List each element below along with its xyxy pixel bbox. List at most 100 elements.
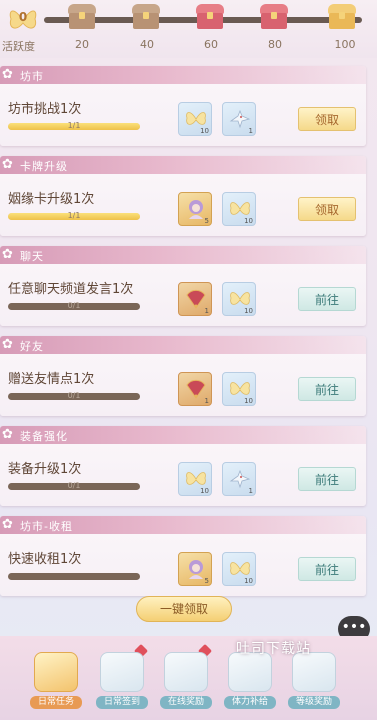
go-button[interactable]: 前往: [298, 287, 356, 311]
task-progress-bar: 1/1: [8, 211, 140, 220]
flower-icon: ✿: [2, 427, 13, 442]
tab-label: 体力补给: [224, 696, 276, 709]
activity-bar: 0 活跃度 20 40 60 80 100: [0, 0, 377, 58]
task-category-header: ✿ 卡牌升级: [0, 156, 366, 174]
task-category-header: ✿ 好友: [0, 336, 366, 354]
task-category-header: ✿ 坊市: [0, 66, 366, 84]
task-card: ✿ 好友 赠送友情点1次 0/1 1 10 前往: [0, 336, 366, 416]
reward-count: 5: [204, 217, 209, 225]
watermark: 吐司下载站: [236, 641, 311, 657]
tab-label: 日常签到: [96, 696, 148, 709]
task-progress-bar: 1/1: [8, 121, 140, 130]
activity-label: 活跃度: [2, 40, 35, 53]
task-category: 好友: [20, 340, 44, 353]
activity-value: 0: [18, 10, 28, 24]
task-title: 装备升级1次: [8, 462, 82, 477]
task-card: ✿ 装备强化 装备升级1次 0/1 10 1 前往: [0, 426, 366, 506]
flower-icon: ✿: [2, 517, 13, 532]
progress-text: 1/1: [67, 121, 81, 130]
clock-icon: [164, 652, 208, 692]
progress-text: 0/1: [67, 481, 81, 490]
tab-online-reward[interactable]: 在线奖励: [160, 643, 213, 710]
reward-slot[interactable]: 1: [178, 372, 212, 406]
reward-count: 10: [200, 127, 209, 135]
claim-button[interactable]: 领取: [298, 107, 356, 131]
go-button[interactable]: 前往: [298, 377, 356, 401]
tab-label: 日常任务: [30, 696, 82, 709]
reward-slot[interactable]: 10: [222, 372, 256, 406]
reward-count: 1: [204, 307, 209, 315]
gift-icon: [228, 652, 272, 692]
reward-slot[interactable]: 1: [222, 102, 256, 136]
reward-count: 1: [248, 127, 253, 135]
task-category-header: ✿ 装备强化: [0, 426, 366, 444]
task-title: 赠送友情点1次: [8, 372, 95, 387]
chest-20-icon[interactable]: [68, 4, 96, 30]
task-title: 快速收租1次: [8, 552, 82, 567]
tab-stamina-supply[interactable]: 体力补给: [224, 650, 276, 710]
reward-slot[interactable]: 10: [178, 102, 212, 136]
one-click-claim-button[interactable]: 一键领取: [136, 596, 232, 622]
task-category: 坊市-收租: [20, 520, 73, 533]
reward-count: 10: [244, 217, 253, 225]
reward-slot[interactable]: 10: [178, 462, 212, 496]
tab-label: 在线奖励: [160, 696, 212, 709]
chest-100-icon[interactable]: [328, 4, 356, 30]
milestone-label: 40: [140, 38, 154, 51]
task-progress-bar: 0/1: [8, 301, 140, 310]
map-icon: [100, 652, 144, 692]
task-category-header: ✿ 聊天: [0, 246, 366, 264]
chest-40-icon[interactable]: [132, 4, 160, 30]
milestone-label: 100: [334, 38, 356, 51]
chest-60-icon[interactable]: [196, 4, 224, 30]
task-title: 任意聊天频道发言1次: [8, 282, 134, 297]
reward-count: 10: [244, 397, 253, 405]
milestone-label: 20: [75, 38, 89, 51]
task-category: 聊天: [20, 250, 44, 263]
reward-count: 1: [204, 397, 209, 405]
reward-slot[interactable]: 10: [222, 552, 256, 586]
tab-daily-tasks[interactable]: 日常任务: [30, 650, 82, 710]
task-category: 坊市: [20, 70, 44, 83]
calendar-icon: [34, 652, 78, 692]
reward-slot[interactable]: 1: [178, 282, 212, 316]
task-card: ✿ 卡牌升级 姻缘卡升级1次 1/1 5 10 领取: [0, 156, 366, 236]
reward-slot[interactable]: 5: [178, 192, 212, 226]
progress-text: 0/1: [67, 301, 81, 310]
milestone-label: 60: [204, 38, 218, 51]
go-button[interactable]: 前往: [298, 557, 356, 581]
task-progress-bar: [8, 573, 140, 580]
reward-slot[interactable]: 1: [222, 462, 256, 496]
task-title: 姻缘卡升级1次: [8, 192, 95, 207]
chest-80-icon[interactable]: [260, 4, 288, 30]
task-category: 卡牌升级: [20, 160, 68, 173]
tab-level-reward[interactable]: 等级奖励: [288, 650, 340, 710]
claim-button[interactable]: 领取: [298, 197, 356, 221]
reward-count: 1: [248, 487, 253, 495]
reward-count: 5: [204, 577, 209, 585]
reward-slot[interactable]: 10: [222, 192, 256, 226]
tab-daily-signin[interactable]: 日常签到: [96, 643, 149, 710]
task-progress-bar: 0/1: [8, 481, 140, 490]
scroll-icon: [292, 652, 336, 692]
milestone-label: 80: [268, 38, 282, 51]
task-card: ✿ 坊市 坊市挑战1次 1/1 10 1 领取: [0, 66, 366, 146]
reward-count: 10: [244, 307, 253, 315]
go-button[interactable]: 前往: [298, 467, 356, 491]
task-card: ✿ 聊天 任意聊天频道发言1次 0/1 1 10 前往: [0, 246, 366, 326]
bottom-nav: 日常任务 日常签到 在线奖励 体力补给 等级奖励: [0, 636, 377, 720]
tab-label: 等级奖励: [288, 696, 340, 709]
task-category-header: ✿ 坊市-收租: [0, 516, 366, 534]
progress-text: 1/1: [67, 211, 81, 220]
task-card: ✿ 坊市-收租 快速收租1次 5 10 前往: [0, 516, 366, 596]
reward-count: 10: [244, 577, 253, 585]
flower-icon: ✿: [2, 157, 13, 172]
task-progress-bar: 0/1: [8, 391, 140, 400]
flower-icon: ✿: [2, 67, 13, 82]
task-title: 坊市挑战1次: [8, 102, 82, 117]
reward-slot[interactable]: 10: [222, 282, 256, 316]
progress-text: 0/1: [67, 391, 81, 400]
reward-slot[interactable]: 5: [178, 552, 212, 586]
flower-icon: ✿: [2, 337, 13, 352]
task-category: 装备强化: [20, 430, 68, 443]
